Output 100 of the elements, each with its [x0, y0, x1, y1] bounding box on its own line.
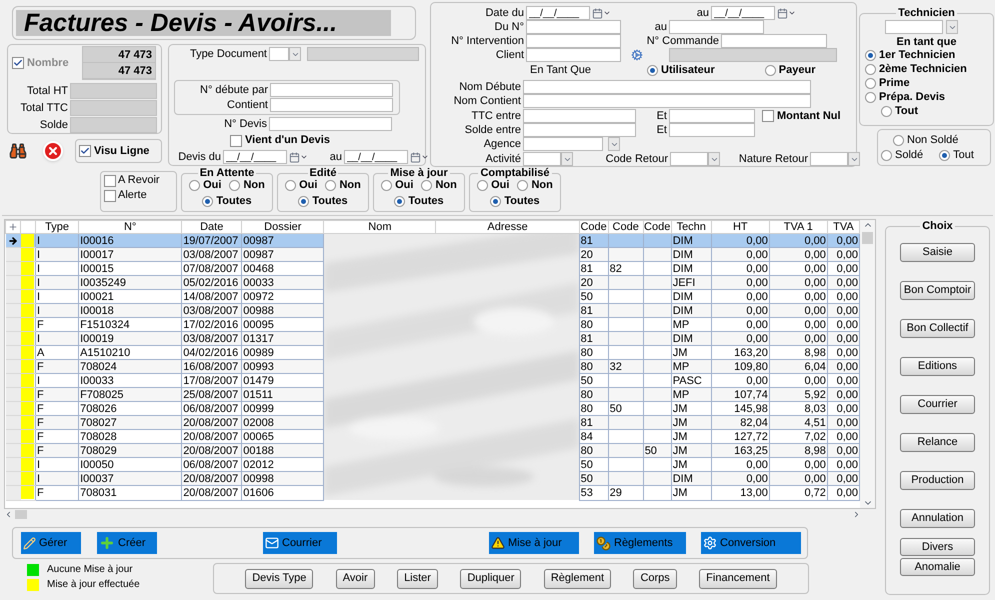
row-selector[interactable] — [6, 234, 21, 248]
date-field[interactable]: __/__/____ — [526, 6, 590, 20]
text-field[interactable] — [523, 123, 636, 137]
text-field[interactable] — [669, 20, 764, 34]
text-field[interactable] — [721, 34, 827, 48]
text-field[interactable] — [669, 48, 837, 62]
toolbar-button[interactable]: Créer — [97, 532, 157, 554]
toolbar-button[interactable]: Règlements — [594, 532, 686, 554]
choice-button[interactable]: Relance — [900, 433, 975, 452]
close-icon[interactable] — [43, 141, 63, 161]
toolbar-button[interactable]: Courrier — [263, 532, 337, 554]
text-field[interactable] — [885, 20, 943, 34]
column-header[interactable]: Adresse — [436, 220, 580, 234]
checkbox[interactable] — [12, 57, 24, 69]
action-button[interactable]: Devis Type — [245, 568, 314, 588]
radio-button[interactable] — [647, 64, 658, 76]
binoculars-icon[interactable] — [9, 142, 27, 160]
radio-button[interactable] — [881, 150, 892, 160]
scroll-thumb[interactable] — [862, 232, 873, 244]
dropdown-button[interactable] — [946, 20, 958, 34]
checkbox[interactable] — [104, 190, 116, 202]
date-field[interactable]: __/__/____ — [711, 6, 775, 20]
radio-button[interactable] — [939, 150, 950, 160]
text-field[interactable] — [269, 117, 392, 131]
date-field[interactable]: __/__/____ — [344, 150, 408, 164]
text-field[interactable] — [270, 98, 393, 112]
scroll-left-icon[interactable] — [4, 510, 13, 519]
text-field[interactable] — [526, 20, 621, 34]
column-header[interactable]: Date — [182, 220, 242, 234]
action-button[interactable]: Financement — [699, 568, 777, 588]
column-header[interactable]: N° — [78, 220, 182, 234]
radio-button[interactable] — [477, 180, 488, 191]
scroll-thumb[interactable] — [15, 510, 27, 519]
radio-button[interactable] — [764, 64, 776, 76]
dropdown-button[interactable] — [561, 152, 573, 166]
calendar-button[interactable] — [289, 152, 308, 162]
choice-button[interactable]: Bon Comptoir — [900, 281, 975, 300]
radio-button[interactable] — [893, 134, 904, 146]
radio-button[interactable] — [285, 180, 296, 191]
text-field[interactable] — [523, 80, 811, 94]
radio-button[interactable] — [865, 50, 876, 61]
column-header[interactable]: HT — [711, 220, 770, 234]
checkbox[interactable] — [230, 134, 242, 146]
dropdown-button[interactable] — [608, 137, 620, 151]
text-field[interactable] — [523, 152, 561, 166]
text-field[interactable] — [523, 94, 811, 108]
text-field[interactable] — [523, 137, 603, 151]
radio-button[interactable] — [229, 180, 240, 191]
column-header[interactable]: Dossier — [242, 220, 324, 234]
text-field[interactable] — [526, 48, 621, 62]
radio-button[interactable] — [394, 196, 406, 207]
radio-button[interactable] — [421, 180, 432, 191]
toolbar-button[interactable]: Mise à jour — [489, 532, 579, 554]
text-field[interactable] — [669, 123, 755, 137]
text-field[interactable] — [810, 152, 848, 166]
text-field[interactable] — [669, 109, 755, 123]
dropdown-button[interactable] — [708, 152, 720, 166]
radio-button[interactable] — [881, 106, 892, 117]
text-field[interactable] — [307, 47, 419, 61]
text-field[interactable] — [526, 34, 621, 48]
text-field[interactable] — [270, 83, 393, 97]
toolbar-button[interactable]: Conversion — [701, 532, 801, 554]
checkbox[interactable] — [79, 145, 91, 157]
calendar-button[interactable] — [777, 8, 796, 18]
text-field[interactable] — [670, 152, 708, 166]
radio-button[interactable] — [865, 78, 876, 89]
radio-button[interactable] — [865, 92, 876, 103]
text-field[interactable] — [269, 47, 289, 61]
scroll-right-icon[interactable] — [852, 510, 861, 519]
choice-button[interactable]: Editions — [900, 357, 975, 376]
action-button[interactable]: Corps — [633, 568, 677, 588]
action-button[interactable]: Règlement — [544, 568, 612, 588]
action-button[interactable]: Avoir — [336, 568, 375, 588]
radio-button[interactable] — [189, 180, 200, 191]
calendar-button[interactable] — [592, 8, 611, 18]
toolbar-button[interactable]: Gérer — [21, 532, 81, 554]
radio-button[interactable] — [325, 180, 336, 191]
choice-button[interactable]: Saisie — [900, 243, 975, 262]
radio-button[interactable] — [490, 196, 502, 207]
radio-button[interactable] — [517, 180, 528, 191]
vertical-scrollbar[interactable] — [860, 220, 875, 508]
choice-button[interactable]: Courrier — [900, 395, 975, 414]
text-field[interactable] — [523, 109, 636, 123]
action-button[interactable]: Dupliquer — [460, 568, 522, 588]
choice-button[interactable]: Divers — [900, 538, 975, 556]
radio-button[interactable] — [381, 180, 392, 191]
gear-icon[interactable] — [631, 49, 643, 61]
checkbox[interactable] — [104, 174, 116, 186]
dropdown-button[interactable] — [289, 47, 301, 61]
choice-button[interactable]: Annulation — [900, 509, 975, 528]
action-button[interactable]: Lister — [397, 568, 438, 588]
choice-button[interactable]: Anomalie — [900, 558, 975, 576]
checkbox[interactable] — [762, 110, 774, 122]
choice-button[interactable]: Bon Collectif — [900, 319, 975, 338]
choice-button[interactable]: Production — [900, 471, 975, 490]
radio-button[interactable] — [202, 196, 214, 207]
radio-button[interactable] — [865, 64, 876, 75]
add-column-icon[interactable] — [8, 222, 18, 232]
calendar-button[interactable] — [410, 152, 429, 162]
date-field[interactable]: __/__/____ — [223, 150, 287, 164]
